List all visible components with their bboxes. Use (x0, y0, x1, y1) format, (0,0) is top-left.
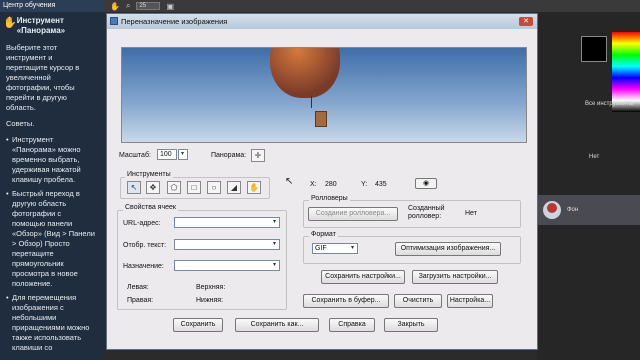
help-tip: Быстрый переход в другую область фотогра… (6, 189, 96, 289)
hand-tool-button-icon[interactable]: ✋ (247, 181, 261, 194)
color-swatch[interactable] (581, 36, 607, 62)
x-value: 280 (325, 181, 337, 188)
copy-to-clipboard-button[interactable]: Сохранить в буфер... (303, 294, 389, 308)
target-label: Назначение: (123, 263, 164, 270)
fit-icon[interactable]: ▣ (166, 2, 174, 11)
created-rollover-label: Созданный ролловер: (408, 205, 445, 220)
url-label: URL-адрес: (123, 220, 161, 227)
image-preview[interactable] (121, 47, 527, 143)
create-rollover-button[interactable]: Создание ролловера... (308, 207, 398, 221)
url-input[interactable]: ▾ (174, 217, 280, 228)
scale-spinner[interactable]: ▾ (178, 149, 188, 160)
mouse-cursor-icon: ↖ (285, 176, 294, 187)
settings-button[interactable]: Настройка... (447, 294, 493, 308)
eye-icon[interactable]: ◉ (415, 178, 437, 189)
tools-label: Инструменты (125, 171, 173, 178)
save-button[interactable]: Сохранить (173, 318, 223, 332)
image-mapper-dialog: Переназначение изображения ✕ Масштаб: 10… (106, 13, 538, 350)
top-label: Верхняя: (196, 284, 226, 291)
balloon-rope (311, 96, 312, 108)
y-label: Y: (361, 181, 368, 188)
app-icon (110, 17, 118, 25)
color-spectrum[interactable] (612, 32, 640, 112)
left-label: Левая: (127, 284, 149, 291)
chevron-down-icon: ▾ (272, 262, 276, 268)
chevron-down-icon: ▾ (272, 219, 276, 225)
help-button[interactable]: Справка (329, 318, 375, 332)
top-toolbar: ✋ ⌕ 25 ▣ (104, 0, 640, 12)
save-as-button[interactable]: Сохранить как... (235, 318, 319, 332)
save-settings-button[interactable]: Сохранить настройки... (321, 270, 405, 284)
help-tip: Инструмент «Панорама» можно временно выб… (6, 135, 96, 185)
layer-row[interactable]: Фон (537, 195, 640, 225)
rollovers-label: Ролловеры (309, 195, 350, 202)
circle-tool-icon[interactable]: ○ (207, 181, 221, 194)
help-body: Выберите этот инструмент и перетащите ку… (0, 40, 104, 353)
bottom-label: Нижняя: (196, 297, 224, 304)
learning-center-panel: Центр обучения ✋ Инструмент «Панорама» В… (0, 0, 104, 360)
polygon-tool-icon[interactable]: ⬠ (167, 181, 181, 194)
rectangle-tool-icon[interactable]: □ (187, 181, 201, 194)
help-tip: Для перемещения изображения с небольшими… (6, 293, 96, 353)
eraser-tool-icon[interactable]: ◢ (227, 181, 241, 194)
no-label: Нет (589, 154, 600, 160)
dialog-title: Переназначение изображения (121, 17, 228, 26)
balloon-basket (315, 111, 327, 127)
help-intro: Выберите этот инструмент и перетащите ку… (6, 43, 80, 112)
chevron-down-icon: ▾ (272, 241, 276, 247)
format-select[interactable]: GIF ▾ (312, 243, 358, 254)
show-all-tools-label[interactable]: Все инструменты (585, 101, 633, 107)
alt-text-label: Отобр. текст: (123, 242, 167, 249)
format-value: GIF (315, 245, 327, 252)
close-button[interactable]: Закрыть (384, 318, 438, 332)
x-label: X: (310, 181, 317, 188)
zoom-field[interactable]: 25 (136, 2, 161, 10)
tool-heading-text: Инструмент «Панорама» (16, 16, 66, 35)
scale-label: Масштаб: (119, 152, 151, 159)
hand-tool-icon[interactable]: ✋ (110, 2, 120, 11)
tool-heading: ✋ Инструмент «Панорама» (0, 12, 104, 40)
target-select[interactable]: ▾ (174, 260, 280, 271)
help-tips-title: Советы. (6, 119, 35, 128)
panorama-button[interactable]: ✛ (251, 149, 265, 162)
balloon-image (270, 48, 340, 98)
arrow-tool-icon[interactable]: ↖ (127, 181, 141, 194)
scale-input[interactable]: 100 (157, 149, 177, 160)
alt-text-input[interactable]: ▾ (174, 239, 280, 250)
chevron-down-icon: ▾ (350, 245, 354, 251)
dialog-titlebar[interactable]: Переназначение изображения ✕ (107, 14, 537, 29)
load-settings-button[interactable]: Загрузить настройки... (412, 270, 498, 284)
y-value: 435 (375, 181, 387, 188)
created-rollover-value: Нет (465, 210, 477, 217)
layer-name: Фон (567, 207, 579, 213)
move-tool-icon[interactable]: ✥ (146, 181, 160, 194)
close-icon[interactable]: ✕ (519, 17, 533, 26)
right-palettes: Все инструменты Нет Фон (537, 12, 640, 360)
zoom-icon[interactable]: ⌕ (126, 1, 130, 11)
help-tips-list: Инструмент «Панорама» можно временно выб… (6, 135, 96, 353)
learning-center-title: Центр обучения (0, 0, 104, 12)
panorama-label: Панорама: (211, 152, 247, 159)
layer-thumbnail (543, 201, 561, 219)
optimize-image-button[interactable]: Оптимизация изображения... (395, 242, 501, 256)
cell-properties-label: Свойства ячеек (123, 204, 178, 211)
chevron-down-icon: ▾ (180, 151, 184, 157)
format-label: Формат (309, 231, 338, 238)
right-label: Правая: (127, 297, 154, 304)
clear-button[interactable]: Очистить (394, 294, 442, 308)
hand-icon: ✋ (3, 17, 17, 29)
